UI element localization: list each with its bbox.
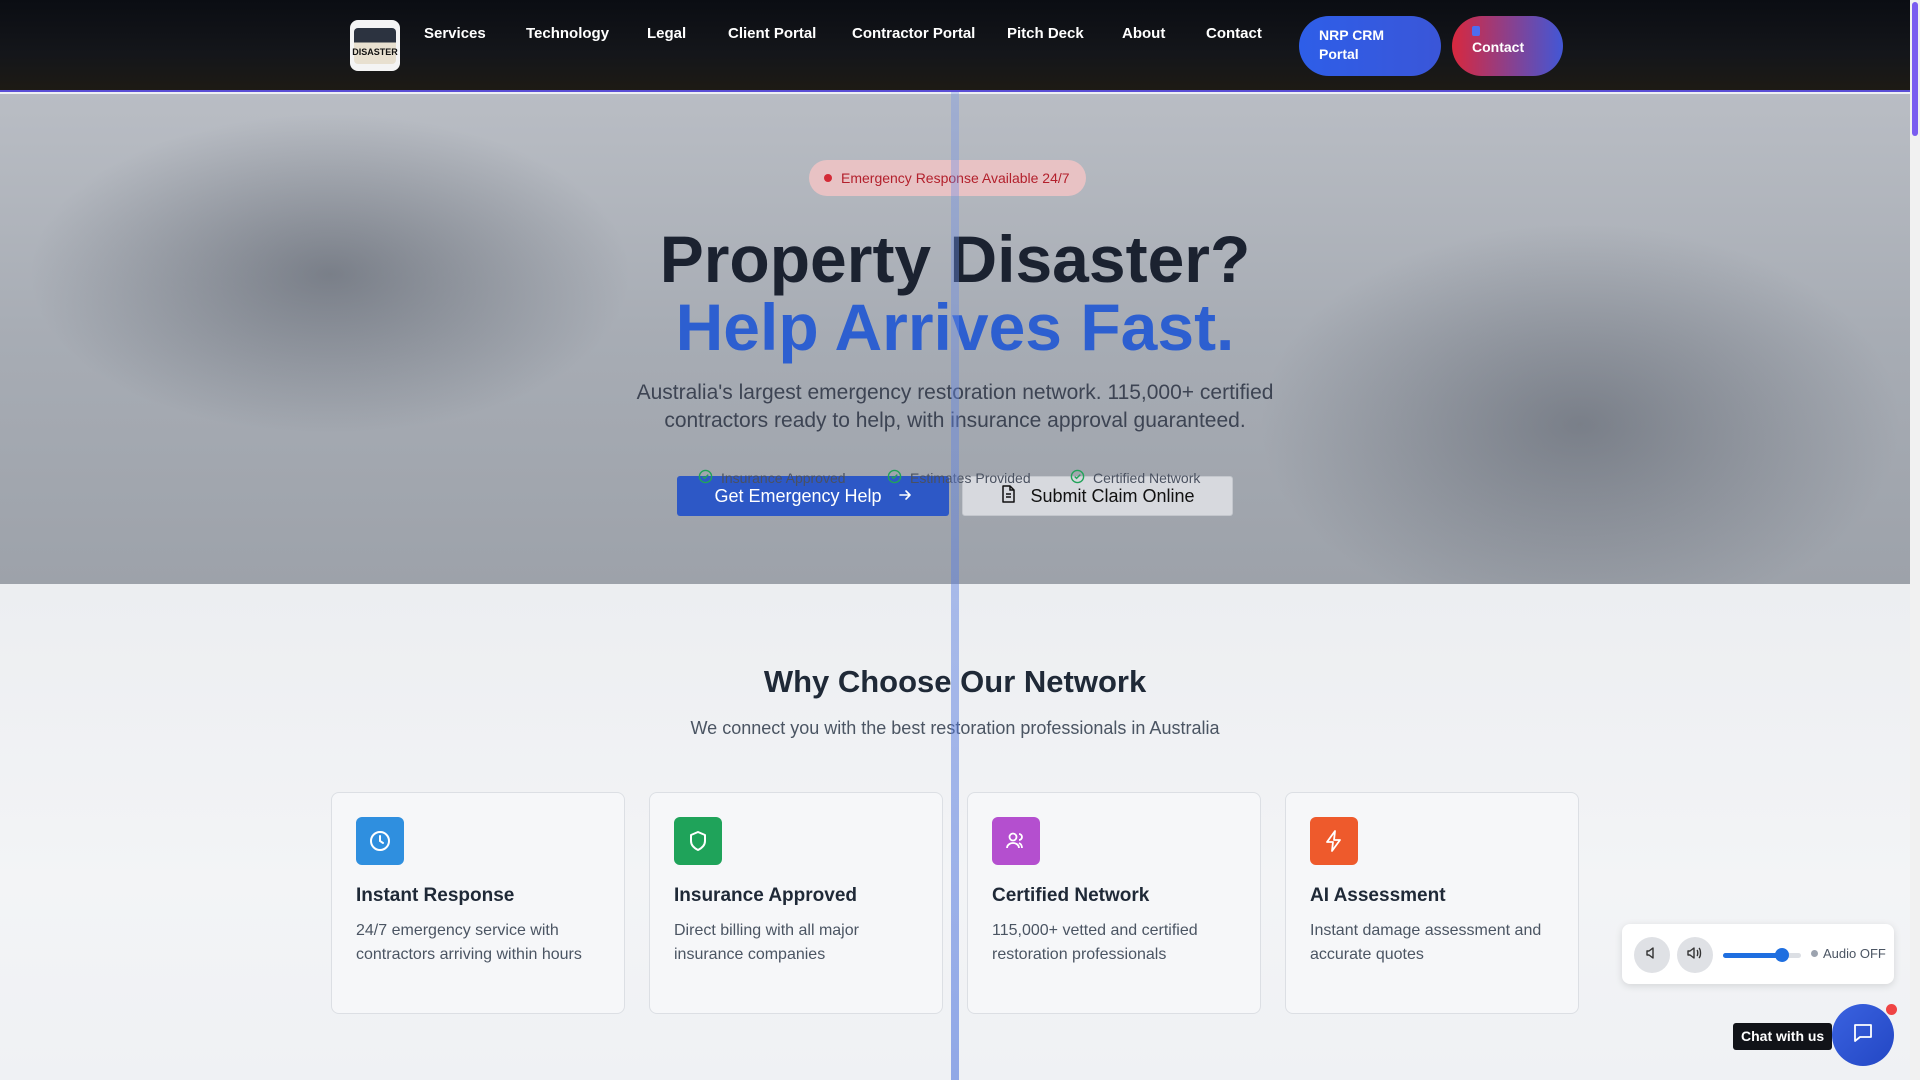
scrollbar-thumb[interactable]	[1912, 2, 1918, 136]
nav-link-pitch-deck[interactable]: Pitch Deck	[1007, 25, 1084, 42]
contact-button-label: Contact	[1472, 39, 1525, 55]
volume-slider-fill	[1723, 953, 1782, 958]
feature-card: Instant Response 24/7 emergency service …	[331, 792, 625, 1014]
crm-portal-button[interactable]: NRP CRM Portal	[1299, 16, 1441, 76]
nav-link-contact[interactable]: Contact	[1206, 25, 1262, 42]
emergency-badge: Emergency Response Available 24/7	[809, 160, 1086, 196]
trust-label: Insurance Approved	[721, 470, 846, 486]
shield-icon	[674, 817, 722, 865]
logo-image: DISASTER	[352, 27, 398, 64]
feature-description: 115,000+ vetted and certified restoratio…	[992, 922, 1198, 963]
status-dot-icon	[824, 174, 832, 182]
trust-item: Insurance Approved	[698, 469, 846, 487]
lightning-icon	[1310, 817, 1358, 865]
feature-title: AI Assessment	[1310, 885, 1446, 906]
message-icon	[1851, 1021, 1875, 1050]
feature-card: Insurance Approved Direct billing with a…	[649, 792, 943, 1014]
page-scrollbar[interactable]	[1910, 0, 1920, 1080]
chat-tooltip: Chat with us	[1733, 1023, 1833, 1050]
check-circle-icon	[698, 469, 713, 487]
notification-dot	[1886, 1004, 1897, 1015]
speaker-high-icon	[1686, 945, 1704, 966]
nav-link-contractor-portal[interactable]: Contractor Portal	[852, 25, 975, 42]
nav-link-legal[interactable]: Legal	[647, 25, 686, 42]
trust-label: Estimates Provided	[910, 470, 1031, 486]
nav-link-services[interactable]: Services	[424, 25, 486, 42]
site-logo[interactable]: DISASTER	[350, 20, 400, 71]
trust-item: Certified Network	[1070, 469, 1200, 487]
document-icon	[1000, 484, 1016, 508]
phone-icon	[1472, 26, 1480, 36]
feature-card: AI Assessment Instant damage assessment …	[1285, 792, 1579, 1014]
volume-slider-thumb[interactable]	[1774, 948, 1789, 962]
nav-link-client-portal[interactable]: Client Portal	[728, 25, 816, 42]
feature-description: Direct billing with all major insurance …	[674, 922, 859, 963]
feature-title: Certified Network	[992, 885, 1150, 906]
feature-card: Certified Network 115,000+ vetted and ce…	[967, 792, 1261, 1014]
feature-title: Insurance Approved	[674, 885, 858, 906]
nav-link-about[interactable]: About	[1122, 25, 1165, 42]
audio-widget: Audio OFF	[1622, 924, 1894, 984]
audio-status: Audio OFF	[1811, 946, 1886, 961]
feature-description: 24/7 emergency service with contractors …	[356, 922, 582, 963]
volume-slider[interactable]	[1723, 948, 1801, 962]
users-icon	[992, 817, 1040, 865]
volume-up-button[interactable]	[1677, 937, 1713, 973]
check-circle-icon	[1070, 469, 1085, 487]
get-emergency-help-label: Get Emergency Help	[714, 485, 882, 506]
top-navbar: DISASTER Services Technology Legal Clien…	[0, 0, 1910, 92]
nav-link-technology[interactable]: Technology	[526, 25, 609, 42]
audio-status-label: Audio OFF	[1823, 946, 1886, 961]
decorative-beam	[951, 92, 959, 1080]
feature-title: Instant Response	[356, 885, 515, 906]
trust-label: Certified Network	[1093, 470, 1201, 486]
check-circle-icon	[887, 469, 902, 487]
feature-description: Instant damage assessment and accurate q…	[1310, 922, 1542, 963]
speaker-low-icon	[1644, 945, 1660, 966]
chat-button[interactable]	[1832, 1004, 1894, 1066]
crm-portal-label: NRP CRM Portal	[1319, 27, 1385, 62]
contact-button[interactable]: Contact	[1452, 16, 1563, 76]
audio-status-dot-icon	[1811, 950, 1818, 957]
clock-icon	[356, 817, 404, 865]
volume-down-button[interactable]	[1634, 937, 1670, 973]
submit-claim-label: Submit Claim Online	[1030, 485, 1195, 506]
arrow-right-icon	[898, 486, 912, 507]
